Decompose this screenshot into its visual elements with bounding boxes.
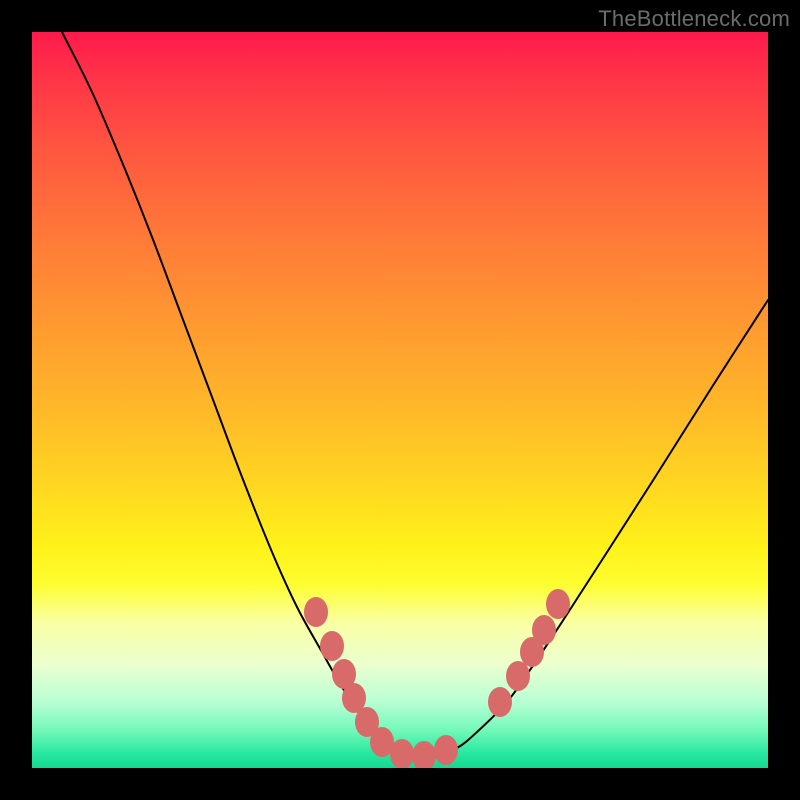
highlight-dot [320,631,344,661]
highlight-dot [546,589,570,619]
plot-area [32,32,768,768]
highlight-dot [434,735,458,765]
watermark-text: TheBottleneck.com [598,6,790,32]
highlight-dot [390,739,414,768]
outer-black-frame: TheBottleneck.com [0,0,800,800]
highlight-dot [304,597,328,627]
highlight-dot [532,615,556,645]
highlight-dot [488,687,512,717]
chart-svg [32,32,768,768]
highlight-markers [304,589,570,768]
bottleneck-curve [62,32,768,760]
highlight-dot [412,741,436,768]
curve-layer [62,32,768,760]
highlight-dot [506,661,530,691]
